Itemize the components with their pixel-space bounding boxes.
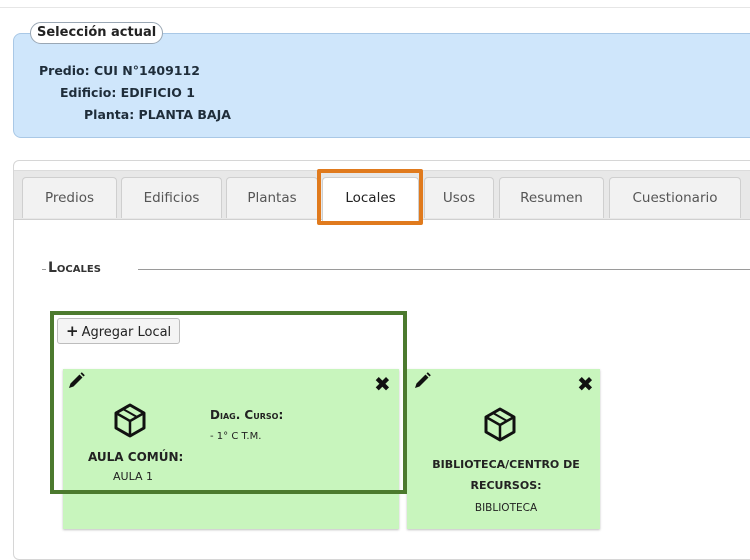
tab-edificios[interactable]: Edificios (121, 177, 222, 218)
delete-x-icon[interactable]: ✖ (577, 374, 594, 394)
locales-legend: Locales (46, 260, 103, 276)
highlight-box (50, 311, 407, 494)
tab-usos[interactable]: Usos (424, 177, 494, 218)
local-type-line2: RECURSOS: (470, 479, 542, 492)
local-name: BIBLIOTECA (474, 502, 538, 514)
tab-resumen[interactable]: Resumen (499, 177, 604, 218)
tab-cuestionario[interactable]: Cuestionario (609, 177, 741, 218)
selected-edificio: Edificio: EDIFICIO 1 (60, 85, 195, 100)
active-tab-highlight (317, 169, 423, 225)
tab-plantas[interactable]: Plantas (226, 177, 318, 218)
fieldset-line-right (138, 269, 750, 270)
local-type-line1: BIBLIOTECA/CENTRO DE (432, 458, 580, 471)
top-divider (0, 7, 750, 8)
selected-predio: Predio: CUI N°1409112 (39, 63, 200, 78)
edit-pencil-icon[interactable] (412, 371, 432, 391)
tab-predios[interactable]: Predios (22, 177, 117, 218)
selection-legend: Selección actual (30, 22, 164, 44)
cube-icon (484, 407, 516, 442)
selected-planta: Planta: PLANTA BAJA (84, 107, 231, 122)
